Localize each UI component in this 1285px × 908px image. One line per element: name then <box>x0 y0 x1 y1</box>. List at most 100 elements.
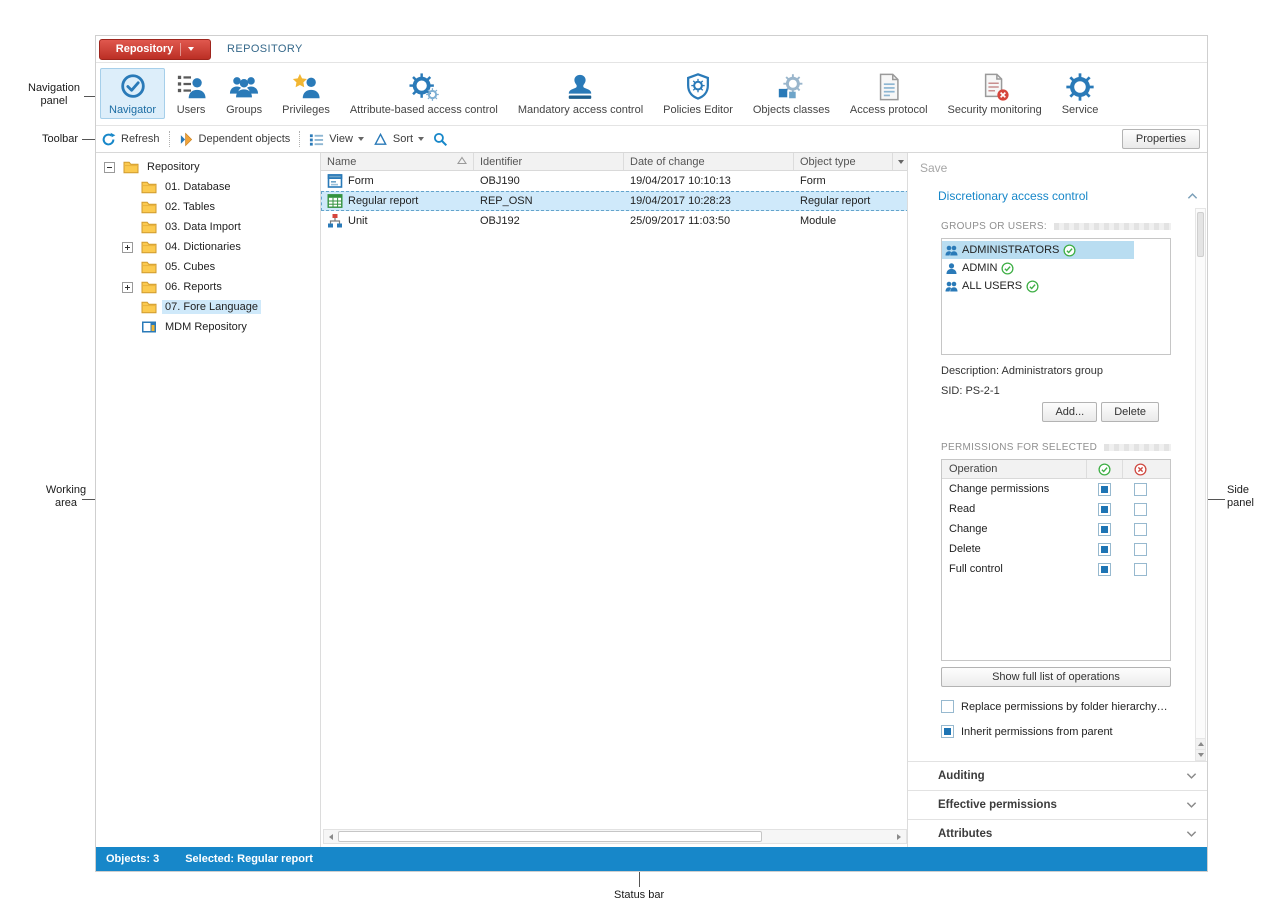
deny-checkbox[interactable] <box>1134 523 1147 536</box>
tree-item-fore-language[interactable]: 07. Fore Language <box>96 297 320 317</box>
chevron-down-icon <box>358 137 364 141</box>
label-divider <box>1104 444 1171 451</box>
chevron-up-icon[interactable] <box>1187 191 1198 203</box>
allow-checkbox[interactable] <box>1098 503 1111 516</box>
allow-checkbox[interactable] <box>1098 543 1111 556</box>
table-row-unit[interactable]: Unit OBJ192 25/09/2017 11:03:50 Module <box>321 211 909 231</box>
ribbon-item-users[interactable]: Users <box>167 68 215 119</box>
save-button[interactable]: Save <box>920 161 947 175</box>
properties-button[interactable]: Properties <box>1122 129 1200 149</box>
deny-checkbox[interactable] <box>1134 563 1147 576</box>
ribbon-item-privileges[interactable]: Privileges <box>273 68 339 119</box>
tree-item-cubes[interactable]: 05. Cubes <box>96 257 320 277</box>
column-header-identifier[interactable]: Identifier <box>474 153 624 170</box>
allow-checkbox[interactable] <box>1098 483 1111 496</box>
ribbon-item-navigator[interactable]: Navigator <box>100 68 165 119</box>
annotation-navigation-panel: Navigation panel <box>26 82 82 108</box>
list-item-all-users[interactable]: ALL USERS <box>942 277 1134 295</box>
inherit-permissions-checkbox[interactable] <box>941 725 954 738</box>
scrollbar-thumb[interactable] <box>338 831 762 842</box>
tree-item-tables[interactable]: 02. Tables <box>96 197 320 217</box>
chevron-down-icon <box>1186 772 1197 780</box>
tree-item-data-import[interactable]: 03. Data Import <box>96 217 320 237</box>
expand-icon[interactable] <box>122 242 133 253</box>
replace-permissions-checkbox[interactable] <box>941 700 954 713</box>
folder-icon <box>141 300 157 314</box>
form-icon <box>327 173 343 189</box>
permission-row-read[interactable]: Read <box>942 499 1170 519</box>
section-discretionary-access-control[interactable]: Discretionary access control <box>938 189 1088 203</box>
groups-users-list[interactable]: ADMINISTRATORS ADMIN ALL USERS <box>941 238 1171 355</box>
allow-checkbox[interactable] <box>1098 563 1111 576</box>
scroll-right-icon[interactable] <box>892 830 906 843</box>
ribbon-item-security-monitoring[interactable]: Security monitoring <box>939 68 1051 119</box>
vertical-scrollbar[interactable] <box>1195 208 1206 761</box>
navigator-icon <box>118 72 148 102</box>
tree-item-reports[interactable]: 06. Reports <box>96 277 320 297</box>
add-button[interactable]: Add... <box>1042 402 1097 422</box>
column-header-date-of-change[interactable]: Date of change <box>624 153 794 170</box>
column-label: Object type <box>800 156 856 168</box>
section-label: Attributes <box>938 828 992 840</box>
tree-item-label: 04. Dictionaries <box>162 240 244 254</box>
inherit-permissions-row: Inherit permissions from parent <box>941 725 1113 738</box>
sort-button[interactable]: Sort <box>373 132 424 147</box>
deny-cross-icon <box>1134 463 1147 476</box>
table-row-form[interactable]: Form OBJ190 19/04/2017 10:10:13 Form <box>321 171 909 191</box>
ribbon-item-attribute-based-access-control[interactable]: Attribute-based access control <box>341 68 507 119</box>
view-button[interactable]: View <box>309 132 364 147</box>
collapse-icon[interactable] <box>104 162 115 173</box>
cell-name: Form <box>348 175 374 187</box>
ribbon-item-policies-editor[interactable]: Policies Editor <box>654 68 742 119</box>
column-header-object-type[interactable]: Object type <box>794 153 893 170</box>
list-item-administrators[interactable]: ADMINISTRATORS <box>942 241 1134 259</box>
scroll-left-icon[interactable] <box>324 830 338 843</box>
deny-checkbox[interactable] <box>1134 503 1147 516</box>
section-auditing[interactable]: Auditing <box>908 761 1207 790</box>
dependent-objects-icon <box>179 132 194 147</box>
deny-checkbox[interactable] <box>1134 543 1147 556</box>
list-item-admin[interactable]: ADMIN <box>942 259 1134 277</box>
ribbon-item-mandatory-access-control[interactable]: Mandatory access control <box>509 68 652 119</box>
refresh-button[interactable]: Refresh <box>101 132 160 147</box>
policies-editor-icon <box>683 72 713 102</box>
ribbon-item-objects-classes[interactable]: Objects classes <box>744 68 839 119</box>
tree-item-repository-root[interactable]: Repository <box>96 157 320 177</box>
table-row-regular-report[interactable]: Regular report REP_OSN 19/04/2017 10:28:… <box>321 191 909 211</box>
column-header-name[interactable]: Name <box>321 153 474 170</box>
permission-row-full-control[interactable]: Full control <box>942 559 1170 579</box>
section-attributes[interactable]: Attributes <box>908 819 1207 847</box>
ribbon-item-groups[interactable]: Groups <box>217 68 271 119</box>
annotation-text: panel <box>1227 497 1254 510</box>
deny-checkbox[interactable] <box>1134 483 1147 496</box>
horizontal-scrollbar[interactable] <box>323 829 907 844</box>
search-button[interactable] <box>433 132 448 147</box>
tree-item-dictionaries[interactable]: 04. Dictionaries <box>96 237 320 257</box>
access-protocol-icon <box>874 72 904 102</box>
search-icon <box>433 132 448 147</box>
tab-repository[interactable]: REPOSITORY <box>227 43 303 55</box>
permission-row-delete[interactable]: Delete <box>942 539 1170 559</box>
expand-icon[interactable] <box>122 282 133 293</box>
scrollbar-thumb[interactable] <box>1197 212 1204 257</box>
column-label: Date of change <box>630 156 705 168</box>
tree-item-mdm-repository[interactable]: MDM Repository <box>96 317 320 337</box>
status-selected-object: Selected: Regular report <box>185 853 313 865</box>
repository-menu-button[interactable]: Repository <box>99 39 211 60</box>
tree-item-database[interactable]: 01. Database <box>96 177 320 197</box>
dependent-objects-button[interactable]: Dependent objects <box>179 132 291 147</box>
allow-checkbox[interactable] <box>1098 523 1111 536</box>
app-window: Repository REPOSITORY Navigator Users Gr… <box>95 35 1208 872</box>
delete-button[interactable]: Delete <box>1101 402 1159 422</box>
scroll-up-icon[interactable] <box>1196 738 1205 749</box>
section-effective-permissions[interactable]: Effective permissions <box>908 790 1207 819</box>
show-full-list-button[interactable]: Show full list of operations <box>941 667 1171 687</box>
screenshot-canvas: Navigation panel Toolbar Working area Si… <box>0 0 1285 908</box>
toolbar-separator <box>299 131 300 147</box>
ribbon-item-access-protocol[interactable]: Access protocol <box>841 68 937 119</box>
permission-row-change[interactable]: Change <box>942 519 1170 539</box>
cell-type: Regular report <box>794 195 893 207</box>
permission-row-change-permissions[interactable]: Change permissions <box>942 479 1170 499</box>
ribbon-item-service[interactable]: Service <box>1053 68 1108 119</box>
scroll-down-icon[interactable] <box>1196 749 1205 760</box>
